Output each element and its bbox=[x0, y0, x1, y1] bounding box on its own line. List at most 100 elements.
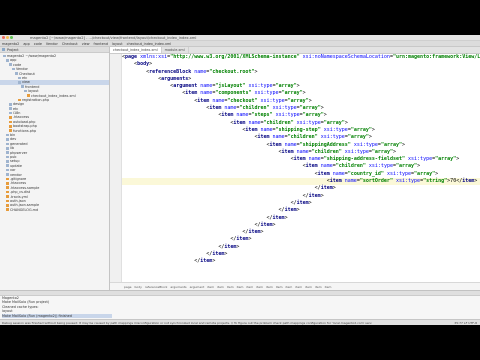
tree-item-label: bootstrap.php bbox=[13, 124, 37, 129]
code-line[interactable]: </item> bbox=[122, 229, 480, 236]
code-area[interactable]: <page xmlns:xsi="http://www.w3.org/2001/… bbox=[122, 54, 480, 282]
code-line[interactable]: </item> bbox=[122, 236, 480, 243]
file-icon bbox=[6, 186, 9, 190]
folder-icon bbox=[21, 85, 24, 89]
code-line[interactable]: <item name="children" xsi:type="array"> bbox=[122, 105, 480, 112]
code-line[interactable]: <referenceBlock name="checkout.root"> bbox=[122, 69, 480, 76]
run-output-line[interactable]: Make MailSolo (Run (magento2)) finished bbox=[2, 313, 112, 318]
code-token: </ bbox=[122, 251, 213, 258]
xml-breadcrumb-item[interactable]: arguments bbox=[170, 285, 186, 289]
code-line[interactable]: <item name="children" xsi:type="array"> bbox=[122, 120, 480, 127]
xml-breadcrumb-item[interactable]: item bbox=[217, 285, 224, 289]
code-line[interactable]: </item> bbox=[122, 193, 480, 200]
code-line[interactable]: </item> bbox=[122, 251, 480, 258]
tree-item-label: .htaccess bbox=[13, 115, 29, 120]
code-token: item bbox=[320, 185, 333, 192]
code-line[interactable]: <item name="sortOrder" xsi:type="string"… bbox=[122, 178, 480, 186]
breadcrumb-item[interactable]: app bbox=[23, 42, 29, 46]
xml-breadcrumb: page body referenceBlock arguments argument i… bbox=[110, 282, 480, 290]
tree-item-label: pub bbox=[10, 154, 17, 159]
code-line[interactable]: <page xmlns:xsi="http://www.w3.org/2001/… bbox=[122, 54, 480, 61]
code-line[interactable]: </item> bbox=[122, 215, 480, 222]
breadcrumb-item[interactable]: layout bbox=[112, 42, 123, 46]
zoom-window-icon[interactable] bbox=[10, 36, 13, 39]
code-token: </ bbox=[122, 214, 273, 221]
tree-item-label: .travis.yml bbox=[10, 194, 28, 199]
xml-breadcrumb-item[interactable]: item bbox=[325, 285, 332, 289]
xml-breadcrumb-item[interactable]: page bbox=[124, 285, 132, 289]
code-line[interactable]: <item name="country_id" xsi:type="array"… bbox=[122, 171, 480, 178]
code-line[interactable]: <item name="shipping-step" xsi:type="arr… bbox=[122, 127, 480, 134]
code-line[interactable]: </item> bbox=[122, 200, 480, 207]
breadcrumb-item[interactable]: magento2 bbox=[2, 42, 19, 46]
tree-item[interactable]: CHANGELOG.md bbox=[0, 208, 109, 212]
code-line[interactable]: <item name="components" xsi:type="array"… bbox=[122, 90, 480, 97]
breadcrumb-item[interactable]: frontend bbox=[94, 42, 108, 46]
code-token: "sortOrder" bbox=[359, 178, 396, 185]
tree-item-label: var bbox=[10, 168, 16, 173]
code-token: > bbox=[284, 214, 288, 221]
code-line[interactable]: <item name="shippingAddress" xsi:type="a… bbox=[122, 142, 480, 149]
code-line[interactable]: </item> bbox=[122, 222, 480, 229]
code-token: < bbox=[122, 68, 150, 75]
code-token: < bbox=[122, 83, 174, 90]
xml-breadcrumb-item[interactable]: item bbox=[286, 285, 293, 289]
code-line[interactable]: </item> bbox=[122, 258, 480, 265]
xml-breadcrumb-item[interactable]: item bbox=[256, 285, 263, 289]
code-line[interactable]: <item name="shipping-address-fieldset" x… bbox=[122, 156, 480, 163]
code-token: >70</ bbox=[447, 178, 463, 185]
code-line[interactable]: <body> bbox=[122, 61, 480, 68]
code-token: xsi:type bbox=[386, 170, 412, 177]
code-token: referenceBlock bbox=[149, 68, 195, 75]
breadcrumb: magento2 app code Vendor Checkout view fronten… bbox=[2, 42, 171, 46]
code-line[interactable]: <item name="children" xsi:type="array"> bbox=[122, 149, 480, 156]
editor-tab[interactable]: module.xml bbox=[162, 47, 189, 53]
cursor-position[interactable]: 35:77 LF UTF-8 bbox=[454, 321, 477, 325]
project-panel-title[interactable]: Project bbox=[7, 48, 19, 52]
code-line[interactable]: <argument name="jsLayout" xsi:type="arra… bbox=[122, 83, 480, 90]
code-token: "steps" bbox=[251, 112, 276, 119]
tree-item-label: .htaccess bbox=[10, 181, 26, 186]
tree-item-label: phpserver bbox=[10, 150, 28, 155]
folder-icon bbox=[6, 146, 9, 150]
code-token: > bbox=[296, 207, 300, 214]
code-token: item bbox=[233, 119, 249, 126]
xml-breadcrumb-item[interactable]: item bbox=[315, 285, 322, 289]
code-token: item bbox=[269, 141, 285, 148]
breadcrumb-item[interactable]: Checkout bbox=[62, 42, 78, 46]
folder-icon bbox=[18, 81, 21, 84]
breadcrumb-item[interactable]: checkout_index_index.xml bbox=[127, 42, 172, 46]
tree-item-label: auth.json.sample bbox=[10, 203, 40, 208]
xml-breadcrumb-item[interactable]: item bbox=[305, 285, 312, 289]
code-token: "checkout.root" bbox=[209, 68, 255, 75]
editor-tab[interactable]: checkout_index_index.xml bbox=[110, 47, 162, 53]
xml-breadcrumb-item[interactable]: item bbox=[237, 285, 244, 289]
code-token: "children" bbox=[287, 134, 321, 141]
xml-breadcrumb-item[interactable]: referenceBlock bbox=[145, 285, 167, 289]
code-line[interactable]: <item name="steps" xsi:type="array"> bbox=[122, 112, 480, 119]
code-line[interactable]: </item> bbox=[122, 244, 480, 251]
xml-breadcrumb-item[interactable]: item bbox=[207, 285, 214, 289]
code-line[interactable]: <item name="checkout" xsi:type="array"> bbox=[122, 98, 480, 105]
xml-breadcrumb-item[interactable]: item bbox=[295, 285, 302, 289]
code-token: "array" bbox=[347, 134, 369, 141]
status-message[interactable]: Debug session was finished without being… bbox=[2, 321, 372, 325]
code-line[interactable]: <item name="children" xsi:type="array"> bbox=[122, 163, 480, 170]
xml-breadcrumb-item[interactable]: argument bbox=[190, 285, 205, 289]
code-line[interactable]: </item> bbox=[122, 207, 480, 214]
xml-breadcrumb-item[interactable]: item bbox=[266, 285, 273, 289]
code-token: xsi:type bbox=[254, 90, 279, 97]
breadcrumb-item[interactable]: Vendor bbox=[46, 42, 58, 46]
code-line[interactable]: <item name="children" xsi:type="array"> bbox=[122, 134, 480, 141]
tree-item-label: magento2 ~/www/magento2 bbox=[7, 54, 57, 58]
xml-breadcrumb-item[interactable]: body bbox=[135, 285, 142, 289]
xml-breadcrumb-item[interactable]: item bbox=[276, 285, 283, 289]
minimize-window-icon[interactable] bbox=[6, 36, 9, 39]
xml-breadcrumb-item[interactable]: item bbox=[246, 285, 253, 289]
breadcrumb-item[interactable]: view bbox=[82, 42, 90, 46]
breadcrumb-item[interactable]: code bbox=[34, 42, 42, 46]
close-window-icon[interactable] bbox=[2, 36, 5, 39]
code-line[interactable]: </item> bbox=[122, 185, 480, 192]
folder-icon bbox=[9, 111, 12, 115]
xml-breadcrumb-item[interactable]: item bbox=[227, 285, 234, 289]
